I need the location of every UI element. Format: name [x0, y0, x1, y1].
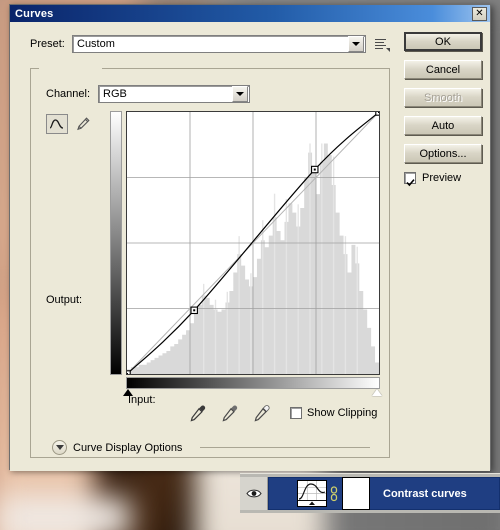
output-label: Output: [46, 294, 83, 306]
curve-control-point-dot [193, 309, 196, 312]
channel-label: Channel: [46, 88, 91, 100]
preset-dropdown[interactable]: Custom [72, 35, 366, 53]
eyedropper-icon [254, 405, 270, 422]
curves-plot[interactable] [127, 112, 379, 374]
white-point-slider[interactable] [372, 389, 382, 396]
layers-panel: Contrast curves [240, 473, 500, 513]
layer-name: Contrast curves [383, 487, 467, 500]
white-point-eyedropper[interactable] [252, 403, 272, 423]
dialog-titlebar[interactable]: Curves ✕ [10, 5, 490, 22]
curve-pencil-icon [49, 119, 64, 129]
eye-icon [245, 489, 262, 498]
options-button[interactable]: Options... [404, 144, 482, 163]
eyedropper-icon [190, 405, 206, 422]
curve-tools [46, 114, 94, 134]
eyedropper-tools [188, 403, 272, 423]
preview-row: Preview [404, 172, 482, 186]
show-clipping-row: Show Clipping [290, 407, 377, 419]
preset-value: Custom [77, 38, 115, 50]
curve-control-point-dot [313, 168, 316, 171]
eyedropper-icon [222, 405, 238, 422]
preview-checkbox[interactable] [404, 172, 416, 186]
channel-row: Channel: RGB [46, 84, 250, 104]
chevron-down-icon[interactable] [348, 36, 364, 52]
curves-dialog: Curves ✕ Preset: Custom Channel: RGB Out… [9, 4, 491, 471]
channel-value: RGB [103, 88, 127, 100]
preset-menu-icon[interactable] [374, 36, 390, 52]
show-clipping-checkbox[interactable] [290, 407, 302, 419]
layer-row[interactable]: Contrast curves [268, 477, 500, 510]
curve-display-options-label: Curve Display Options [73, 441, 183, 454]
preset-row: Preset: Custom [30, 34, 390, 54]
dialog-title: Curves [15, 7, 54, 20]
curve-display-options-row[interactable]: Curve Display Options [52, 440, 182, 455]
curve-control-point-dot [378, 112, 379, 113]
curves-adjustment-thumbnail[interactable] [297, 480, 327, 507]
preview-label: Preview [422, 172, 462, 184]
show-clipping-label: Show Clipping [307, 407, 378, 419]
preset-label: Preset: [30, 38, 65, 50]
cancel-button[interactable]: Cancel [404, 60, 482, 79]
curves-graph[interactable] [126, 111, 380, 375]
background-white-area [0, 498, 130, 530]
ok-button[interactable]: OK [404, 32, 482, 51]
output-gradient-bar [110, 111, 122, 375]
auto-button[interactable]: Auto [404, 116, 482, 135]
channel-dropdown[interactable]: RGB [98, 85, 250, 103]
section-divider [200, 447, 370, 448]
dialog-body: Preset: Custom Channel: RGB Output: Inpu… [10, 22, 490, 471]
link-icon[interactable] [330, 485, 338, 502]
close-icon[interactable]: ✕ [472, 6, 487, 21]
chevron-down-icon[interactable] [232, 86, 248, 102]
gray-point-eyedropper[interactable] [220, 403, 240, 423]
pencil-icon [77, 117, 90, 131]
dialog-buttons: OK Cancel Smooth Auto Options... Preview [404, 32, 482, 186]
curve-control-point-dot [127, 373, 128, 374]
smooth-button: Smooth [404, 88, 482, 107]
input-label: Input: [128, 394, 156, 406]
pencil-tool-button[interactable] [72, 114, 94, 134]
chevron-down-icon[interactable] [52, 440, 67, 455]
layer-visibility-toggle[interactable] [240, 477, 268, 510]
input-gradient-bar [126, 377, 380, 389]
black-point-eyedropper[interactable] [188, 403, 208, 423]
layer-mask-thumbnail[interactable] [342, 477, 370, 510]
curve-point-tool-button[interactable] [46, 114, 68, 134]
